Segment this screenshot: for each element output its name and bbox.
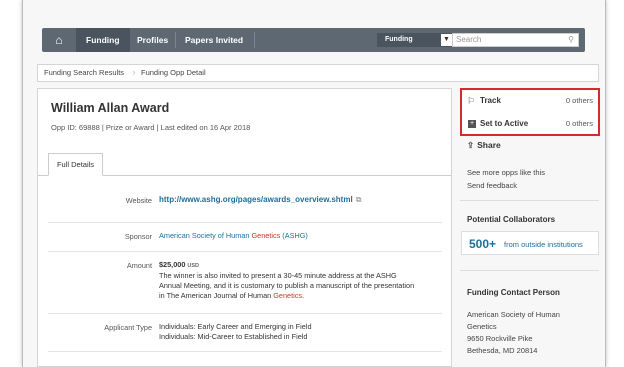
applicant-type-label: Applicant Type: [104, 323, 152, 332]
nav-profiles[interactable]: Profiles: [127, 28, 178, 52]
sponsor-name: American Society of Human: [159, 231, 252, 240]
share-icon: ⇪: [467, 140, 475, 150]
contact-line: American Society of Human: [467, 310, 560, 319]
contact-line: 9650 Rockville Pike: [467, 334, 533, 343]
sponsor-keyword: Genetics: [251, 231, 281, 240]
award-title: William Allan Award: [51, 101, 170, 115]
amount-keyword: Genetics: [273, 291, 303, 300]
search-input[interactable]: Search ⚲: [452, 33, 579, 47]
collaborators-count: 500+: [469, 237, 497, 251]
external-link-icon[interactable]: ⧉: [356, 195, 362, 204]
contact-line: Bethesda, MD 20814: [467, 346, 538, 355]
track-count: 0 others: [565, 96, 593, 105]
sidebar-divider: [460, 270, 599, 271]
nav-funding[interactable]: Funding: [76, 28, 130, 52]
website-label: Website: [125, 196, 152, 205]
search-scope-select[interactable]: Funding ▼: [377, 33, 452, 47]
applicant-type-item: Individuals: Mid-Career to Established i…: [159, 332, 308, 341]
detail-row-applicant-type: Applicant Type Individuals: Early Career…: [48, 314, 442, 352]
plus-square-icon: +: [468, 120, 476, 128]
breadcrumb-funding-opp-detail: Funding Opp Detail: [141, 68, 206, 77]
home-icon[interactable]: ⌂: [42, 28, 76, 52]
flag-icon: ⚐: [467, 96, 476, 106]
set-to-active-label: Set to Active: [480, 119, 529, 128]
collaborators-box[interactable]: 500+ from outside institutions: [461, 231, 599, 255]
active-count: 0 others: [565, 119, 593, 128]
track-label: Track: [480, 96, 501, 105]
chevron-down-icon[interactable]: ▼: [441, 34, 452, 46]
search-icon[interactable]: ⚲: [568, 34, 574, 46]
amount-description-line: in The American Journal of Human: [159, 291, 274, 300]
amount-value: $25,000: [159, 260, 186, 269]
nav-divider: [254, 32, 255, 48]
breadcrumb: Funding Search Results › Funding Opp Det…: [37, 64, 599, 82]
award-meta: Opp ID: 69888 | Prize or Award | Last ed…: [51, 123, 251, 132]
applicant-type-values: Individuals: Early Career and Emerging i…: [159, 322, 439, 342]
send-feedback-link[interactable]: Send feedback: [467, 181, 517, 190]
sponsor-label: Sponsor: [124, 232, 152, 241]
tracking-actions-highlight: ⚐ Track 0 others + Set to Active 0 other…: [460, 88, 600, 136]
nav-papers-invited[interactable]: Papers Invited: [175, 28, 253, 52]
share-button[interactable]: ⇪ Share: [467, 140, 501, 151]
amount-description-line: Annual Meeting, and it is customary to p…: [159, 281, 415, 290]
sidebar-divider: [460, 200, 599, 201]
contact-keyword: Genetics: [467, 322, 497, 331]
collaborators-heading: Potential Collaborators: [467, 215, 556, 224]
amount-description-end: .: [302, 291, 305, 300]
applicant-type-item: Individuals: Early Career and Emerging i…: [159, 322, 312, 331]
sponsor-link[interactable]: American Society of Human Genetics (ASHG…: [159, 231, 439, 241]
amount-description-line: The winner is also invited to present a …: [159, 271, 397, 280]
track-action[interactable]: ⚐ Track 0 others: [467, 94, 593, 108]
search-scope-value: Funding: [385, 36, 413, 43]
contact-heading: Funding Contact Person: [467, 288, 560, 297]
chevron-right-icon: ›: [132, 67, 136, 79]
opportunity-detail-panel: William Allan Award Opp ID: 69888 | Priz…: [37, 88, 452, 367]
amount-value-block: $25,000 USD The winner is also invited t…: [159, 260, 439, 301]
detail-row-sponsor: Sponsor American Society of Human Geneti…: [48, 223, 442, 252]
top-navigation: ⌂ Funding Profiles Papers Invited Fundin…: [42, 28, 585, 52]
detail-row-website: Website http://www.ashg.org/pages/awards…: [48, 179, 442, 223]
share-label: Share: [477, 140, 501, 150]
collaborators-text: from outside institutions: [504, 240, 583, 249]
opportunity-sidebar: ⚐ Track 0 others + Set to Active 0 other…: [460, 88, 600, 367]
sponsor-suffix: (ASHG): [280, 231, 308, 240]
detail-row-amount: Amount $25,000 USD The winner is also in…: [48, 252, 442, 314]
breadcrumb-funding-search-results[interactable]: Funding Search Results: [44, 65, 124, 81]
set-to-active-action[interactable]: + Set to Active 0 others: [467, 117, 593, 131]
amount-label: Amount: [126, 261, 152, 270]
website-link[interactable]: http://www.ashg.org/pages/awards_overvie…: [159, 195, 353, 204]
tab-full-details[interactable]: Full Details: [48, 153, 103, 176]
see-more-link[interactable]: See more opps like this: [467, 168, 545, 177]
search-placeholder: Search: [456, 35, 482, 44]
amount-currency: USD: [187, 263, 200, 269]
